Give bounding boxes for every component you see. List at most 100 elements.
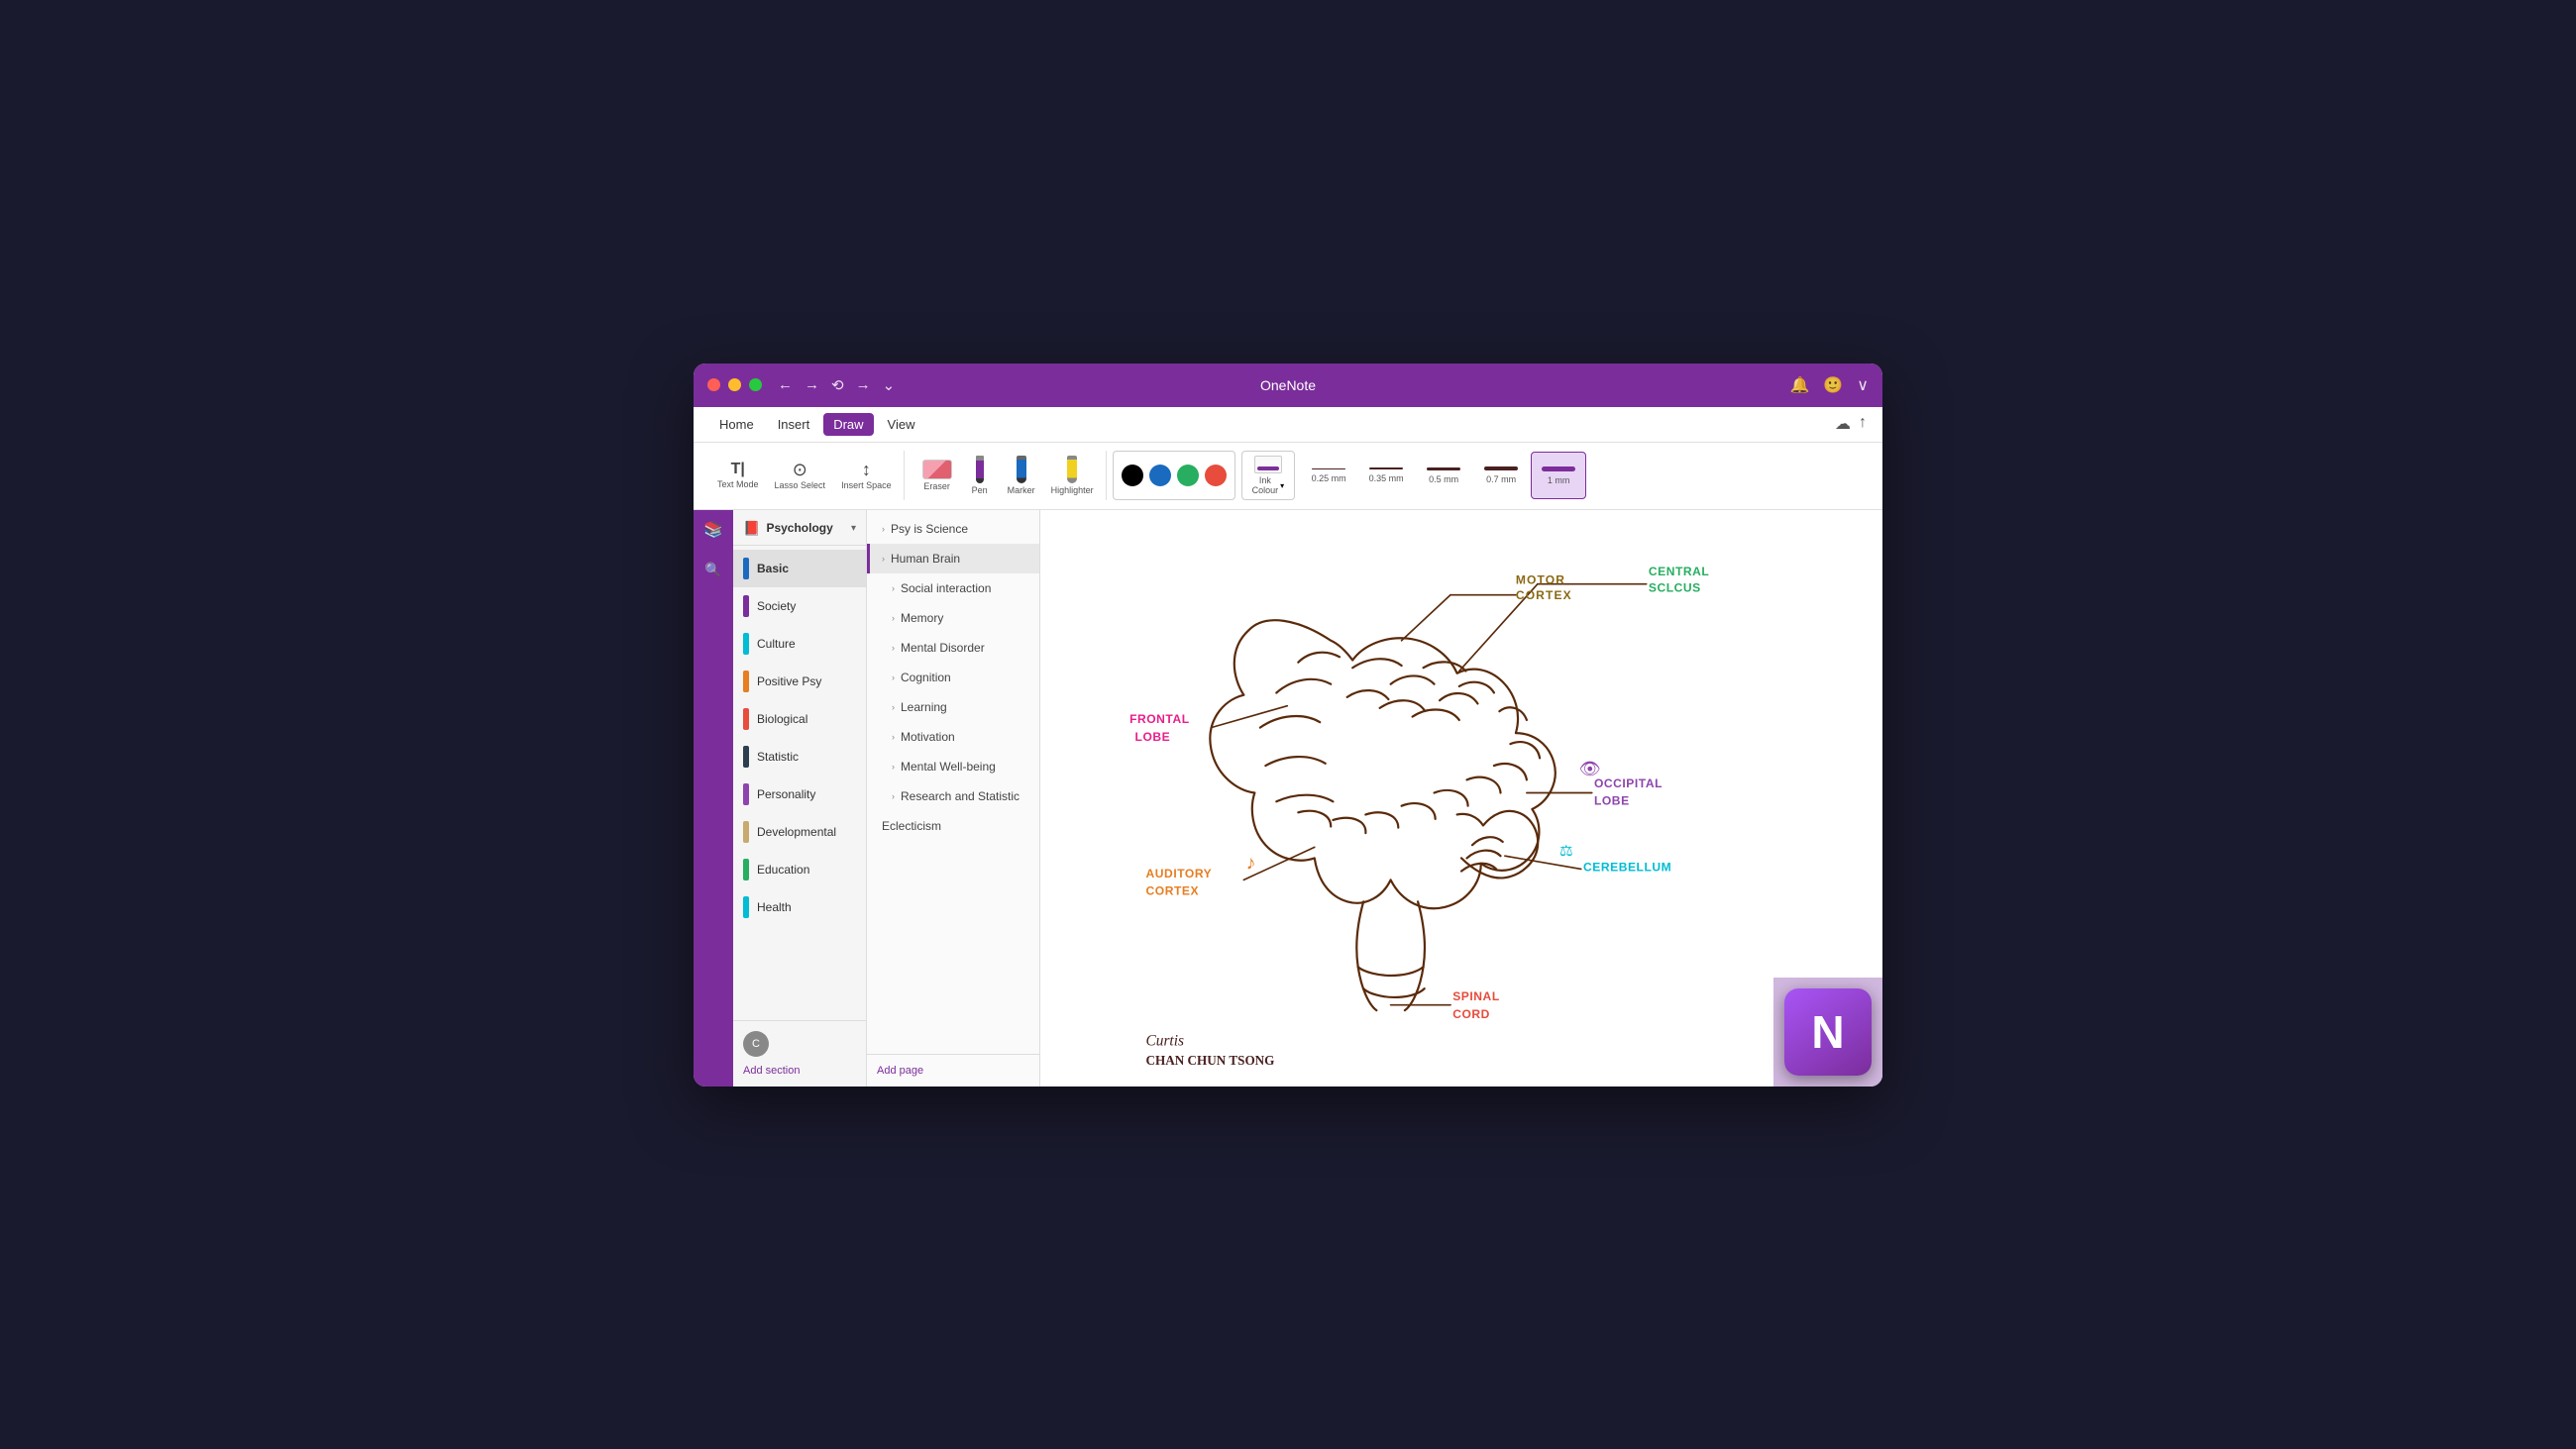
- maximize-button[interactable]: [749, 378, 762, 391]
- onenote-logo-wrapper: N: [1773, 978, 1882, 1087]
- marker-button[interactable]: Marker: [1002, 452, 1041, 499]
- eraser-button[interactable]: Eraser: [916, 456, 958, 495]
- smiley-icon[interactable]: 🙂: [1823, 375, 1843, 395]
- color-red[interactable]: [1205, 465, 1227, 486]
- page-label-human-brain: Human Brain: [891, 552, 960, 566]
- svg-text:LOBE: LOBE: [1594, 793, 1630, 807]
- notebook-header: 📕 Psychology ▾: [733, 510, 866, 546]
- menu-insert[interactable]: Insert: [768, 413, 820, 436]
- section-health[interactable]: Health: [733, 888, 866, 926]
- insert-space-button[interactable]: ↕ Insert Space: [835, 457, 898, 494]
- page-memory[interactable]: › Memory: [867, 603, 1039, 633]
- canvas-area[interactable]: MOTOR CORTEX CENTRAL SCLCUS FRONTAL LOBE…: [1040, 510, 1882, 1087]
- color-black[interactable]: [1122, 465, 1143, 486]
- books-icon[interactable]: 📚: [703, 520, 723, 540]
- drawing-tools-group: Eraser Pen Marker Highlighter: [911, 451, 1107, 500]
- close-button[interactable]: [707, 378, 720, 391]
- page-chevron-mental-disorder: ›: [892, 643, 895, 653]
- notebook-name: Psychology: [766, 521, 845, 535]
- page-chevron-wellbeing: ›: [892, 762, 895, 772]
- sidebar-strip: 📚 🔍: [694, 510, 733, 1087]
- minimize-button[interactable]: [728, 378, 741, 391]
- section-color-health: [743, 896, 749, 918]
- page-chevron-learning: ›: [892, 702, 895, 712]
- insert-space-label: Insert Space: [841, 480, 892, 490]
- section-society[interactable]: Society: [733, 587, 866, 625]
- forward-button[interactable]: →: [805, 376, 819, 393]
- text-mode-button[interactable]: T| Text Mode: [711, 458, 765, 493]
- text-mode-label: Text Mode: [717, 479, 759, 489]
- eraser-label: Eraser: [923, 481, 950, 491]
- section-label-personality: Personality: [757, 787, 815, 801]
- page-human-brain[interactable]: › Human Brain: [867, 544, 1039, 573]
- stroke-1mm[interactable]: 1 mm: [1531, 452, 1586, 499]
- ink-colour-group: InkColour ▾: [1241, 451, 1296, 500]
- stroke-sizes-group: 0.25 mm 0.35 mm 0.5 mm 0.7 mm 1 mm: [1301, 451, 1586, 500]
- page-motivation[interactable]: › Motivation: [867, 722, 1039, 752]
- more-button[interactable]: ⌄: [883, 376, 896, 394]
- stroke-035mm[interactable]: 0.35 mm: [1358, 452, 1414, 499]
- menu-view[interactable]: View: [878, 413, 925, 436]
- svg-text:CHAN CHUN TSONG: CHAN CHUN TSONG: [1146, 1053, 1275, 1068]
- page-research-statistic[interactable]: › Research and Statistic: [867, 781, 1039, 811]
- color-blue[interactable]: [1149, 465, 1171, 486]
- ink-colour-dropdown-arrow: ▾: [1280, 481, 1284, 490]
- page-mental-disorder[interactable]: › Mental Disorder: [867, 633, 1039, 663]
- cloud-icon[interactable]: ☁: [1835, 414, 1851, 434]
- svg-text:AUDITORY: AUDITORY: [1146, 867, 1213, 880]
- lasso-select-button[interactable]: ⊙ Lasso Select: [769, 457, 832, 494]
- pen-label: Pen: [972, 485, 988, 495]
- forward-page-button[interactable]: →: [856, 376, 871, 393]
- page-cognition[interactable]: › Cognition: [867, 663, 1039, 692]
- highlighter-icon: [1067, 456, 1077, 483]
- ink-colour-button[interactable]: InkColour ▾: [1241, 451, 1296, 500]
- eraser-icon: [922, 460, 952, 479]
- section-personality[interactable]: Personality: [733, 776, 866, 813]
- share-icon[interactable]: ↑: [1859, 414, 1867, 434]
- notebook-dropdown-icon[interactable]: ▾: [851, 523, 856, 534]
- section-biological[interactable]: Biological: [733, 700, 866, 738]
- add-page-button[interactable]: Add page: [877, 1065, 1029, 1077]
- page-eclecticism[interactable]: Eclecticism: [867, 811, 1039, 841]
- page-mental-wellbeing[interactable]: › Mental Well-being: [867, 752, 1039, 781]
- section-culture[interactable]: Culture: [733, 625, 866, 663]
- notification-icon[interactable]: 🔔: [1789, 375, 1809, 395]
- section-positive-psy[interactable]: Positive Psy: [733, 663, 866, 700]
- sync-button[interactable]: ⟲: [831, 376, 844, 394]
- stroke-025mm[interactable]: 0.25 mm: [1301, 452, 1356, 499]
- page-chevron-social: ›: [892, 583, 895, 593]
- sections-panel: 📕 Psychology ▾ Basic Society Culture: [733, 510, 867, 1087]
- sections-footer: C Add section: [733, 1020, 866, 1087]
- back-button[interactable]: ←: [778, 376, 793, 393]
- window-controls-icon[interactable]: ∨: [1857, 375, 1869, 395]
- user-avatar: C: [743, 1031, 769, 1057]
- section-education[interactable]: Education: [733, 851, 866, 888]
- color-swatches-group: [1113, 451, 1235, 500]
- ink-colour-bar: [1257, 466, 1279, 470]
- svg-text:CORD: CORD: [1452, 1006, 1490, 1020]
- section-color-basic: [743, 558, 749, 579]
- menu-home[interactable]: Home: [709, 413, 764, 436]
- page-label-learning: Learning: [901, 700, 947, 714]
- page-label-memory: Memory: [901, 611, 943, 625]
- search-icon[interactable]: 🔍: [704, 562, 721, 578]
- add-section-button[interactable]: Add section: [743, 1065, 856, 1077]
- section-basic[interactable]: Basic: [733, 550, 866, 587]
- pen-button[interactable]: Pen: [962, 452, 998, 499]
- menu-draw[interactable]: Draw: [823, 413, 873, 436]
- page-social-interaction[interactable]: › Social interaction: [867, 573, 1039, 603]
- highlighter-button[interactable]: Highlighter: [1045, 452, 1100, 499]
- page-psy-is-science[interactable]: › Psy is Science: [867, 514, 1039, 544]
- section-label-education: Education: [757, 863, 809, 877]
- title-bar: ← → ⟲ → ⌄ OneNote 🔔 🙂 ∨: [694, 363, 1882, 407]
- section-label-culture: Culture: [757, 637, 796, 651]
- section-developmental[interactable]: Developmental: [733, 813, 866, 851]
- section-color-biological: [743, 708, 749, 730]
- section-statistic[interactable]: Statistic: [733, 738, 866, 776]
- stroke-05mm[interactable]: 0.5 mm: [1416, 452, 1471, 499]
- page-learning[interactable]: › Learning: [867, 692, 1039, 722]
- page-label-mental-wellbeing: Mental Well-being: [901, 760, 996, 774]
- stroke-07mm[interactable]: 0.7 mm: [1473, 452, 1529, 499]
- stroke-05-line: [1427, 467, 1460, 470]
- color-green[interactable]: [1177, 465, 1199, 486]
